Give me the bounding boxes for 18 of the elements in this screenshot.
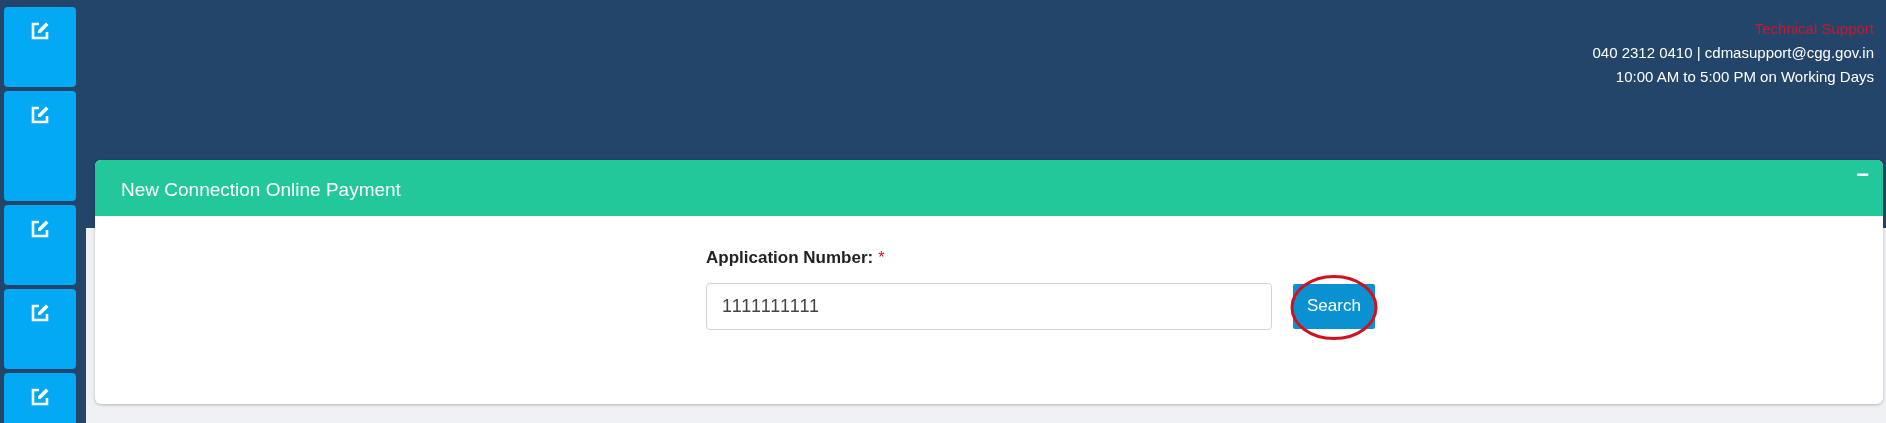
sidebar-item[interactable]: [4, 289, 76, 369]
edit-icon: [30, 21, 50, 41]
sidebar-item[interactable]: [4, 7, 76, 87]
panel-title: New Connection Online Payment: [121, 178, 401, 202]
search-button[interactable]: Search: [1293, 283, 1375, 329]
support-contact: 040 2312 0410 | cdmasupport@cgg.gov.in: [1592, 43, 1874, 63]
sidebar-item[interactable]: [4, 205, 76, 285]
collapse-button[interactable]: −: [1856, 164, 1869, 186]
edit-icon: [30, 303, 50, 323]
application-number-field[interactable]: 1111111111: [706, 282, 1272, 330]
required-mark: *: [878, 248, 885, 268]
sidebar-item[interactable]: [4, 91, 76, 201]
edit-icon: [30, 105, 50, 125]
field-label: Application Number:: [706, 247, 874, 269]
support-hours: 10:00 AM to 5:00 PM on Working Days: [1615, 67, 1874, 87]
support-title: Technical Support: [1754, 19, 1874, 39]
edit-icon: [30, 219, 50, 239]
edit-icon: [30, 387, 50, 407]
